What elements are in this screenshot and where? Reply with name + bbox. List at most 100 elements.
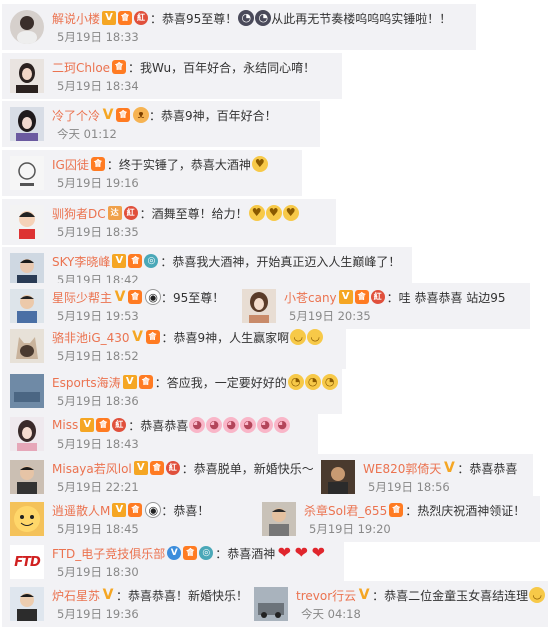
commenter-name[interactable]: 驯狗者DC — [52, 205, 106, 222]
avatar[interactable] — [10, 205, 44, 239]
red-badge-icon: 紅 — [370, 290, 385, 304]
vip-badge-icon: 會 — [149, 461, 164, 475]
comment-text: ：恭喜9神，百年好合！ — [149, 108, 277, 123]
commenter-name[interactable]: Misaya若风lol — [52, 460, 132, 477]
vip-badge-icon: 會 — [389, 503, 404, 517]
commenter-name[interactable]: 二珂Chloe — [52, 59, 110, 76]
laugh-emoji-icon: ◡ — [290, 329, 307, 345]
vip-badge-icon: 會 — [118, 11, 133, 25]
vip-badge-icon: 會 — [112, 60, 127, 74]
yellow-verified-icon: V — [132, 329, 143, 345]
camera-badge-icon: ◎ — [199, 546, 214, 560]
verified-badge-icon: V — [133, 461, 148, 475]
commenter-name[interactable]: WE820郭倚天 — [363, 460, 441, 477]
comment-card: 逍遥散人M V 會 ◉ ：恭喜！ 5月19日 18:45 — [2, 496, 268, 542]
avatar[interactable] — [10, 289, 44, 323]
timestamp: 今天 01:12 — [57, 127, 117, 141]
comment-text: ：哇 恭喜恭喜 站边95 — [386, 290, 506, 305]
avatar[interactable] — [10, 502, 44, 536]
comment-card: Miss V 會 紅 ：恭喜恭喜 ◕ ◕ ◕ ◕ ◕ ◕ 5月19日 18:43 — [2, 411, 318, 457]
timestamp: 5月19日 19:20 — [309, 522, 391, 536]
avatar[interactable]: FTD — [10, 545, 44, 579]
timestamp: 5月19日 18:34 — [57, 79, 139, 93]
avatar[interactable] — [10, 417, 44, 451]
comment-card: FTD FTD_电子竞技俱乐部 V 會 ◎ ：恭喜酒神 ❤ ❤ ❤ 5月19日 … — [2, 539, 344, 585]
timestamp: 5月19日 18:43 — [57, 437, 139, 451]
avatar[interactable] — [321, 460, 355, 494]
comment-text: ：恭喜恭喜 — [457, 461, 518, 476]
commenter-name[interactable]: 杀章Sol君_655 — [304, 502, 387, 519]
comment-text: ：恭喜恭喜 — [128, 418, 189, 433]
verified-badge-icon: V — [338, 290, 353, 304]
sad-emoji-icon: ◔ — [287, 374, 304, 390]
vip-badge-icon: 會 — [183, 546, 198, 560]
timestamp: 5月19日 19:16 — [57, 176, 139, 190]
red-badge-icon: 紅 — [112, 418, 127, 432]
timestamp: 5月19日 22:21 — [57, 480, 139, 494]
vip-badge-icon: 會 — [116, 108, 131, 122]
commenter-name[interactable]: 逍遥散人M — [52, 502, 110, 519]
commenter-name[interactable]: 炉石星苏 — [52, 587, 100, 604]
comment-text: 从此再无节奏楼呜呜呜实锤啦！！ — [271, 11, 452, 26]
avatar[interactable] — [10, 253, 44, 287]
commenter-name[interactable]: Esports海涛 — [52, 374, 121, 391]
avatar[interactable] — [10, 10, 44, 44]
hug-emoji-icon: ♥ — [282, 205, 299, 221]
pig-emoji-icon: ◕ — [189, 417, 206, 433]
timestamp: 5月19日 18:35 — [57, 225, 139, 239]
red-badge-icon: 紅 — [165, 461, 180, 475]
pig-emoji-icon: ◕ — [257, 417, 274, 433]
vip-badge-icon: 會 — [90, 157, 105, 171]
crying-emoji-icon: ◔ — [255, 10, 272, 26]
comment-text: ：95至尊！ — [161, 290, 225, 305]
timestamp: 5月19日 19:36 — [57, 607, 139, 621]
comment-text: ：恭喜95至尊！ — [150, 11, 238, 26]
commenter-name[interactable]: 小苍cany — [284, 289, 337, 306]
avatar[interactable] — [10, 374, 44, 408]
commenter-name[interactable]: 骆非池iG_430 — [52, 329, 130, 346]
avatar[interactable] — [10, 59, 44, 93]
sad-emoji-icon: ◔ — [304, 374, 321, 390]
avatar[interactable] — [10, 587, 44, 621]
avatar[interactable] — [10, 329, 44, 363]
comment-text: ：恭喜恭喜！新婚快乐！ — [116, 588, 249, 603]
pig-emoji-icon: ◕ — [223, 417, 240, 433]
avatar[interactable] — [10, 460, 44, 494]
panda-badge-icon: ◉ — [145, 502, 162, 518]
ftd-logo: FTD — [14, 554, 41, 570]
comment-card: 杀章Sol君_655 會 ：热烈庆祝酒神领证！ 5月19日 19:20 — [254, 496, 540, 542]
commenter-name[interactable]: FTD_电子竞技俱乐部 — [52, 545, 165, 562]
commenter-name[interactable]: 解说小楼 — [52, 10, 100, 27]
commenter-name[interactable]: SKY李晓峰 — [52, 253, 110, 270]
comment-text: ：我Wu，百年好合，永结同心唷！ — [128, 60, 316, 75]
commenter-name[interactable]: Miss — [52, 418, 78, 432]
vip-badge-icon: 會 — [138, 375, 153, 389]
verified-badge-icon: V — [102, 11, 117, 25]
yellow-verified-icon: V — [102, 587, 114, 603]
comment-text: ：热烈庆祝酒神领证！ — [405, 503, 526, 518]
camera-badge-icon: ◎ — [144, 254, 159, 268]
avatar[interactable] — [10, 156, 44, 190]
trophy-badge-icon: 达 — [107, 206, 122, 220]
hug-emoji-icon: ♥ — [248, 205, 265, 221]
comment-card: 解说小楼 V 會 紅 ：恭喜95至尊！ ◔ ◔ 从此再无节奏楼呜呜呜实锤啦！！ … — [2, 4, 476, 50]
commenter-name[interactable]: 冷了个冷 — [52, 107, 100, 124]
avatar[interactable] — [10, 107, 44, 141]
hug-emoji-icon: ♥ — [251, 156, 268, 172]
laugh-emoji-icon: ◡ — [307, 329, 324, 345]
pig-emoji-icon: ◕ — [240, 417, 257, 433]
commenter-name[interactable]: trevor行云 — [296, 587, 356, 604]
verified-badge-icon: V — [112, 254, 127, 268]
avatar[interactable] — [262, 502, 296, 536]
commenter-name[interactable]: IG囚徒 — [52, 156, 89, 173]
timestamp: 5月19日 18:45 — [57, 522, 139, 536]
panda-badge-icon: ◉ — [145, 289, 162, 305]
timestamp: 今天 04:18 — [301, 607, 361, 621]
verified-badge-icon: V — [112, 503, 127, 517]
commenter-name[interactable]: 星际少帮主 — [52, 289, 112, 306]
avatar[interactable] — [242, 289, 276, 323]
avatar[interactable] — [254, 587, 288, 621]
vip-badge-icon: 會 — [354, 290, 369, 304]
heart-emoji-icon: ❤ — [277, 543, 291, 562]
comment-text: ：恭喜酒神 — [215, 546, 276, 561]
